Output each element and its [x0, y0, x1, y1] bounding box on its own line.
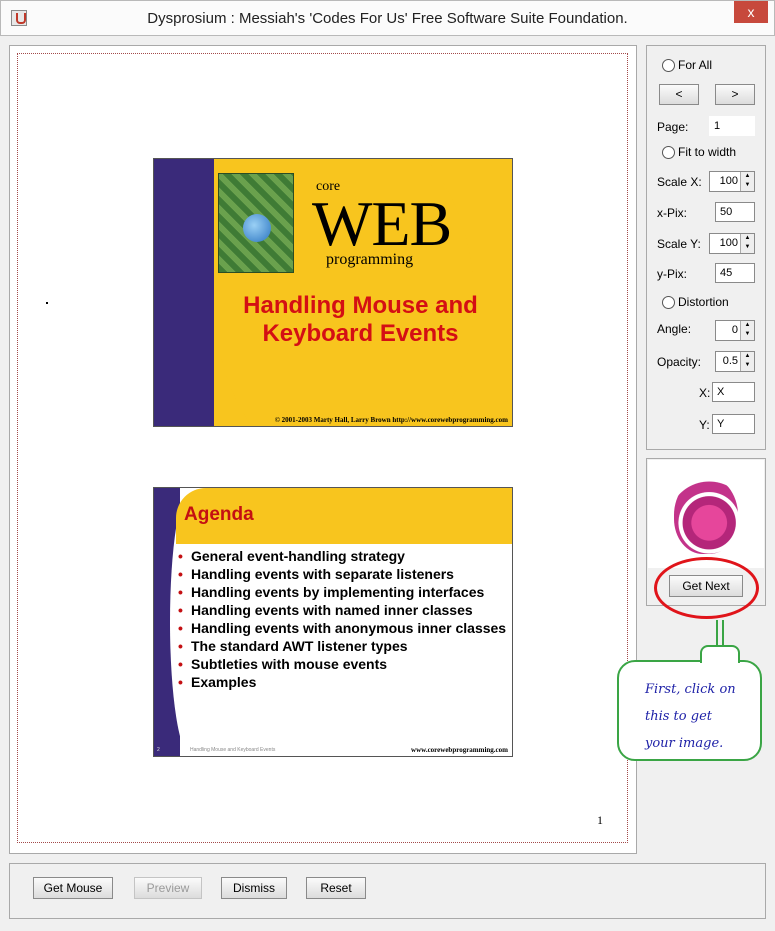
spinner-arrows-icon[interactable]: ▲ ▼: [740, 172, 754, 191]
page-number: 1: [597, 813, 603, 827]
spinner-arrows-icon[interactable]: ▲ ▼: [740, 321, 754, 340]
slide-heading: Handling Mouse and Keyboard Events: [209, 292, 512, 348]
highlight-ellipse: [654, 557, 759, 619]
distortion-label: Distortion: [678, 295, 729, 309]
list-item: Handling events with named inner classes: [178, 602, 512, 618]
close-button[interactable]: x: [734, 1, 768, 23]
x-field[interactable]: X: [712, 382, 755, 402]
get-mouse-button[interactable]: Get Mouse: [33, 877, 113, 899]
slide-caption: Handling Mouse and Keyboard Events: [190, 747, 276, 753]
angle-spinner[interactable]: 0 ▲ ▼: [715, 320, 755, 341]
distortion-radio[interactable]: Distortion: [662, 295, 729, 309]
radio-circle-icon: [662, 295, 675, 309]
list-item: General event-handling strategy: [178, 548, 512, 564]
opacity-label: Opacity:: [657, 355, 702, 369]
logo-image: [648, 460, 764, 568]
phoenix-logo-icon: [674, 476, 738, 554]
radio-circle-icon: [662, 145, 675, 159]
preview-panel: core WEB programming Handling Mouse and …: [9, 45, 637, 854]
callout-connector: [716, 620, 724, 646]
y-field[interactable]: Y: [712, 414, 755, 434]
spinner-arrows-icon[interactable]: ▲ ▼: [740, 352, 754, 371]
callout-text: First, click on this to get your image.: [645, 676, 757, 757]
for-all-label: For All: [678, 58, 713, 72]
globe-maze-image: [218, 173, 294, 273]
page-frame: core WEB programming Handling Mouse and …: [17, 53, 628, 843]
fit-to-width-radio[interactable]: Fit to width: [662, 145, 736, 159]
scale-x-value: 100: [719, 175, 738, 187]
logo-programming-text: programming: [326, 251, 414, 268]
scale-x-label: Scale X:: [657, 175, 702, 189]
prev-page-button[interactable]: <: [659, 84, 699, 105]
reset-button[interactable]: Reset: [306, 877, 366, 899]
x-pix-field[interactable]: 50: [715, 202, 755, 222]
bottom-button-bar: Get Mouse Preview Dismiss Reset: [9, 863, 766, 919]
slide-heading-line2: Keyboard Events: [262, 320, 459, 347]
callout-line2: this to get: [645, 709, 712, 724]
x-label: X:: [699, 386, 711, 400]
agenda-list: General event-handling strategy Handling…: [178, 548, 512, 692]
preview-button[interactable]: Preview: [134, 877, 202, 899]
page-label: Page:: [657, 120, 689, 134]
list-item: Handling events by implementing interfac…: [178, 584, 512, 600]
opacity-value: 0.5: [722, 355, 738, 367]
callout-bubble: First, click on this to get your image.: [617, 660, 762, 761]
list-item: Handling events with separate listeners: [178, 566, 512, 582]
page-dot: [46, 302, 48, 304]
slide-title: core WEB programming Handling Mouse and …: [153, 158, 513, 427]
slide-copyright: © 2001-2003 Marty Hall, Larry Brown http…: [274, 416, 508, 424]
y-label: Y:: [699, 418, 710, 432]
slide-purple-band: [154, 159, 214, 426]
scale-y-value: 100: [719, 237, 738, 249]
y-pix-field[interactable]: 45: [715, 263, 755, 283]
window-title: Dysprosium : Messiah's 'Codes For Us' Fr…: [147, 10, 628, 27]
y-pix-label: y-Pix:: [657, 267, 687, 281]
title-bar: Dysprosium : Messiah's 'Codes For Us' Fr…: [0, 0, 775, 36]
controls-panel: For All < > Page: 1 Fit to width Scale X…: [646, 45, 766, 450]
spinner-arrows-icon[interactable]: ▲ ▼: [740, 234, 754, 253]
slide-heading-line1: Handling Mouse and: [243, 292, 478, 319]
callout-line3: your image.: [645, 736, 724, 751]
slide-agenda: Agenda General event-handling strategy H…: [153, 487, 513, 757]
fit-to-width-label: Fit to width: [678, 145, 737, 159]
angle-value: 0: [731, 324, 738, 336]
dismiss-button[interactable]: Dismiss: [221, 877, 287, 899]
java-app-icon: [11, 10, 27, 26]
list-item: Subtleties with mouse events: [178, 656, 512, 672]
list-item: Handling events with anonymous inner cla…: [178, 620, 512, 636]
logo-web-text: WEB: [312, 188, 452, 259]
list-item: The standard AWT listener types: [178, 638, 512, 654]
scale-x-spinner[interactable]: 100 ▲ ▼: [709, 171, 755, 192]
page-field[interactable]: 1: [709, 116, 755, 136]
slide-number: 2: [157, 747, 160, 753]
x-pix-label: x-Pix:: [657, 206, 687, 220]
radio-circle-icon: [662, 58, 675, 72]
scale-y-label: Scale Y:: [657, 237, 701, 251]
scale-y-spinner[interactable]: 100 ▲ ▼: [709, 233, 755, 254]
agenda-title: Agenda: [184, 504, 254, 525]
callout-line1: First, click on: [645, 682, 736, 697]
list-item: Examples: [178, 674, 512, 690]
next-page-button[interactable]: >: [715, 84, 755, 105]
for-all-radio[interactable]: For All: [662, 58, 712, 72]
opacity-spinner[interactable]: 0.5 ▲ ▼: [715, 351, 755, 372]
angle-label: Angle:: [657, 322, 692, 336]
slide-url: www.corewebprogramming.com: [411, 746, 508, 754]
callout-tail: [700, 645, 740, 663]
